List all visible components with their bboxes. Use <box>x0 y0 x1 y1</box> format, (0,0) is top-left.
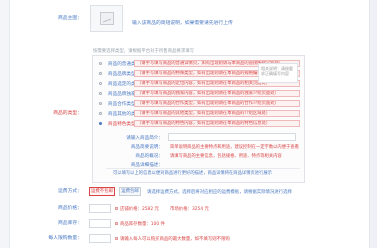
option-desc: （请手写填写商品的合作类型，如有出现则请在本商品的合作介绍页面处） <box>134 100 300 107</box>
shipping-help: 请选择运费方式，选择后将对应相应的运费模板，请根据实际情况进行选择 <box>147 190 292 195</box>
price-info-icon <box>115 207 118 210</box>
price-label: 商品价格： <box>58 206 82 211</box>
option-name: 商品品牌独家 <box>108 92 136 97</box>
radio-button[interactable] <box>99 112 102 115</box>
divider <box>106 168 300 169</box>
price-market-note: 市场价格：3254 元 <box>170 207 209 212</box>
left-sidebar-strip <box>0 0 10 248</box>
field-note: 简单说明商品的主要特点和用途，建议控制在一定字数以内便于查看 <box>170 145 299 150</box>
field-note: 请填写商品的主要信息，包括规格、用途、特点等相关内容 <box>170 154 282 159</box>
purchase-limit-input[interactable] <box>89 234 111 243</box>
help-bubble: 相关说明：请按要求正确填写内容 <box>258 63 298 83</box>
type-option-6[interactable]: 商品其他的类型 （请手写填写商品的其他类型，如有出现则请在本商品的介绍区域处） <box>95 110 301 119</box>
purchase-limit-info-icon <box>115 237 118 240</box>
field-label: 商品的概况： <box>135 154 163 159</box>
price-input[interactable] <box>89 204 111 213</box>
option-desc: （请手写填写商品的特色内容，如有出现则请在本商品的特色信息处） <box>134 120 300 127</box>
option-name: 商品合作类型 <box>108 102 136 107</box>
type-option-5[interactable]: 商品合作类型 （请手写填写商品的合作类型，如有出现则请在本商品的合作介绍页面处） <box>95 100 301 109</box>
option-name: 商品特色类型 <box>108 122 136 127</box>
purchase-limit-row: 每人限购数量： 请输入每人可以购买商品的最大数量，如不填写则不限购 <box>10 234 369 246</box>
product-intro-input[interactable] <box>168 133 296 141</box>
option-desc: （请手写填写商品的其他类型，如有出现则请在本商品的介绍区域处） <box>134 110 300 117</box>
shipping-option-free[interactable]: 运费包邮 <box>119 187 141 196</box>
radio-button[interactable] <box>99 92 102 95</box>
shipping-row: 运费方式： 运费不包邮 运费包邮 请选择运费方式，选择后将对应相应的运费模板，请… <box>10 187 369 199</box>
option-name: 商品品牌类型 <box>108 72 136 77</box>
radio-button[interactable] <box>99 82 102 85</box>
shipping-label: 运费方式： <box>58 189 82 194</box>
stock-label: 商品库存： <box>58 221 82 226</box>
panel-footer-text: 可以填写以上的信息以便对商品进行更好的描述，商品详情将在商品详情页进行展示 <box>113 171 272 176</box>
stock-note: 商品库存数量：100 件 <box>120 222 165 227</box>
purchase-limit-label: 每人限购数量： <box>48 236 82 241</box>
radio-button[interactable] <box>99 62 102 65</box>
radio-button-selected[interactable] <box>99 122 102 125</box>
price-store-note: 店铺价格：2582 元 <box>120 207 159 212</box>
stock-info-icon <box>115 222 118 225</box>
shipping-option-not-free[interactable]: 运费不包邮 <box>89 187 115 196</box>
right-scrollbar-strip[interactable] <box>369 0 377 248</box>
radio-button[interactable] <box>99 72 102 75</box>
type-option-7[interactable]: 商品特色类型 （请手写填写商品的特色内容，如有出现则请在本商品的特色信息处） <box>95 120 301 129</box>
type-option-4[interactable]: 商品品牌独家 （请手写填写商品的独家内容，如有出现则请在本商品的独家介绍页面处） <box>95 90 301 99</box>
field-label: 商品简要说明： <box>130 145 163 150</box>
field-label: 请输入商品简介： <box>126 136 163 141</box>
price-row: 商品价格： 店铺价格：2582 元 市场价格：3254 元 <box>10 204 369 216</box>
radio-button[interactable] <box>99 102 102 105</box>
option-desc: （请手写填写商品的独家内容，如有出现则请在本商品的独家介绍页面处） <box>134 90 300 97</box>
product-type-label: 商品的类型： <box>53 111 82 116</box>
stock-row: 商品库存： 商品库存数量：100 件 <box>10 219 369 231</box>
purchase-limit-help: 请输入每人可以购买商品的最大数量，如不填写则不限购 <box>120 237 230 242</box>
stock-input[interactable] <box>89 219 111 228</box>
intro-line: 按需要选择类型，请根据平台对于所售商品要求填写 <box>93 49 194 54</box>
